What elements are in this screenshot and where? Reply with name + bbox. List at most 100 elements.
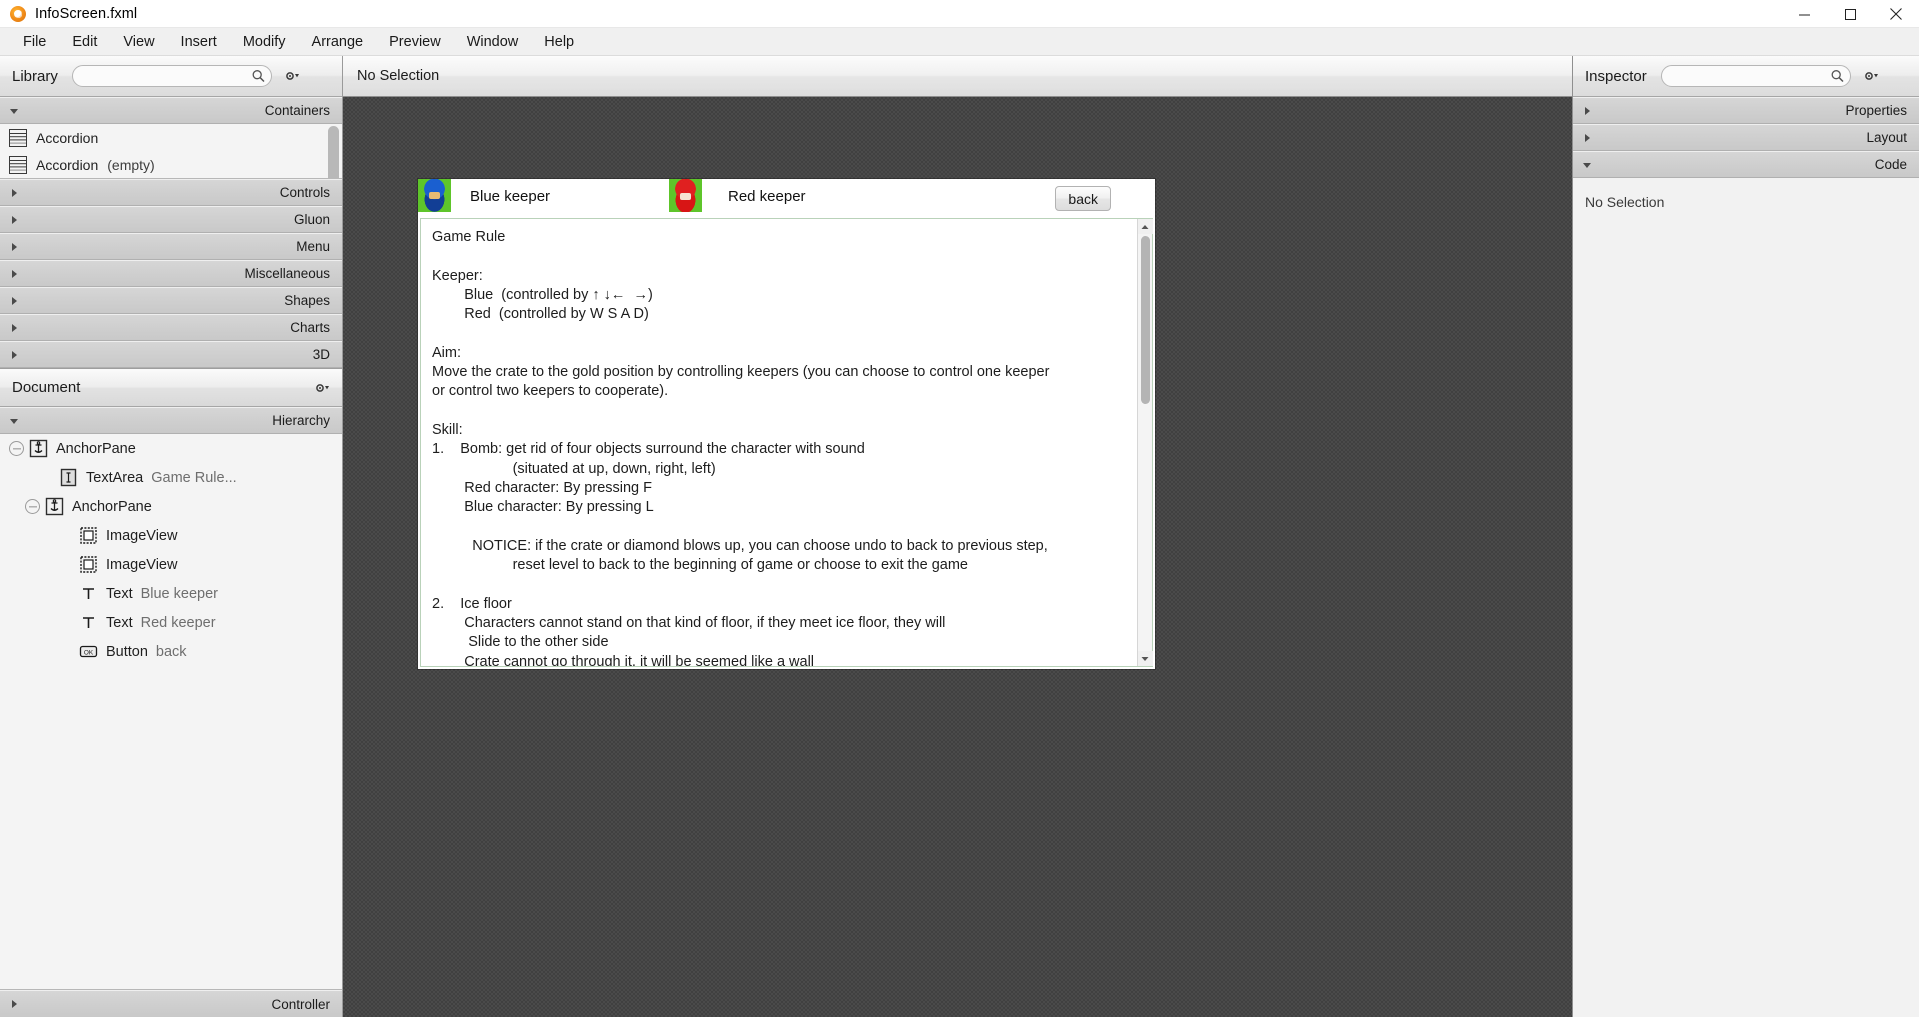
tree-row[interactable]: AnchorPane: [0, 434, 342, 463]
library-category-label: Gluon: [293, 212, 330, 227]
hierarchy-section-header[interactable]: Hierarchy: [0, 407, 342, 434]
scroll-up-icon[interactable]: [1137, 219, 1153, 234]
scrollbar-thumb[interactable]: [1141, 236, 1150, 404]
tree-node-label: ImageView: [106, 556, 178, 573]
library-settings-button[interactable]: [280, 65, 304, 87]
back-button[interactable]: back: [1055, 186, 1111, 211]
chevron-down-icon: [9, 106, 21, 116]
inspector-section-code[interactable]: Code: [1573, 151, 1919, 178]
window-title: InfoScreen.fxml: [35, 5, 138, 22]
library-category-menu[interactable]: Menu: [0, 233, 342, 260]
inspector-section-label: Properties: [1845, 103, 1907, 118]
center-column: No Selection Blue keeper Red keeper back…: [343, 56, 1572, 1017]
menu-edit[interactable]: Edit: [59, 30, 110, 54]
library-scrollbar-thumb[interactable]: [328, 126, 339, 184]
chevron-right-icon: [9, 350, 21, 360]
library-item-accordion[interactable]: Accordion: [0, 124, 342, 151]
menu-help[interactable]: Help: [531, 30, 587, 54]
menu-file[interactable]: File: [10, 30, 59, 54]
tree-node-label: AnchorPane: [56, 440, 136, 457]
inspector-section-layout[interactable]: Layout: [1573, 124, 1919, 151]
library-category-label: 3D: [312, 347, 330, 362]
library-item-accordion-empty[interactable]: Accordion (empty): [0, 151, 342, 178]
tree-row[interactable]: ImageView: [0, 521, 342, 550]
tree-row[interactable]: AnchorPane: [0, 492, 342, 521]
svg-text:OK: OK: [84, 649, 94, 656]
chevron-right-icon: [9, 296, 21, 306]
library-category-containers[interactable]: Containers: [0, 97, 342, 124]
document-title: Document: [12, 379, 81, 396]
title-bar: InfoScreen.fxml: [0, 0, 1919, 28]
menu-modify[interactable]: Modify: [230, 30, 299, 54]
menu-preview[interactable]: Preview: [376, 30, 454, 54]
game-rule-textarea[interactable]: Game Rule Keeper: Blue (controlled by ↑ …: [420, 218, 1153, 667]
chevron-right-icon: [9, 999, 19, 1009]
library-category-label: Miscellaneous: [244, 266, 330, 281]
chevron-right-icon: [1582, 106, 1592, 116]
hierarchy-tree: AnchorPane TextArea Game Rule... AnchorP…: [0, 434, 342, 990]
menu-view[interactable]: View: [110, 30, 167, 54]
right-panel: Inspector Properties Layout Code No Sele…: [1572, 56, 1919, 1017]
document-settings-button[interactable]: [310, 377, 334, 399]
collapse-toggle-icon[interactable]: [25, 499, 40, 514]
library-category-shapes[interactable]: Shapes: [0, 287, 342, 314]
inspector-settings-button[interactable]: [1859, 65, 1883, 87]
controller-section-header[interactable]: Controller: [0, 990, 342, 1017]
chevron-down-icon: [9, 416, 21, 426]
tree-row[interactable]: TextArea Game Rule...: [0, 463, 342, 492]
tree-node-label: ImageView: [106, 527, 178, 544]
blue-keeper-label: Blue keeper: [470, 188, 551, 205]
tree-node-value: Red keeper: [140, 614, 216, 631]
library-category-3d[interactable]: 3D: [0, 341, 342, 368]
tree-node-label: AnchorPane: [72, 498, 152, 515]
library-header: Library: [0, 56, 342, 97]
design-canvas[interactable]: Blue keeper Red keeper back Game Rule Ke…: [343, 97, 1572, 1017]
inspector-search-box[interactable]: [1660, 65, 1851, 87]
textarea-icon: [59, 468, 78, 487]
search-icon: [1831, 70, 1844, 83]
anchorpane-icon: [45, 497, 64, 516]
library-category-controls[interactable]: Controls: [0, 179, 342, 206]
text-icon: [79, 584, 98, 603]
inspector-section-properties[interactable]: Properties: [1573, 97, 1919, 124]
document-header: Document: [0, 368, 342, 407]
window-controls: [1781, 0, 1919, 28]
chevron-right-icon: [9, 269, 21, 279]
game-rule-text: Game Rule Keeper: Blue (controlled by ↑ …: [432, 229, 1050, 666]
fxml-preview-stage[interactable]: Blue keeper Red keeper back Game Rule Ke…: [418, 179, 1155, 669]
tree-row[interactable]: ImageView: [0, 550, 342, 579]
close-button[interactable]: [1873, 0, 1919, 28]
library-category-miscellaneous[interactable]: Miscellaneous: [0, 260, 342, 287]
inspector-no-selection: No Selection: [1585, 194, 1665, 210]
menu-insert[interactable]: Insert: [168, 30, 230, 54]
library-category-label: Menu: [296, 239, 330, 254]
library-category-charts[interactable]: Charts: [0, 314, 342, 341]
menu-window[interactable]: Window: [454, 30, 532, 54]
inspector-section-label: Code: [1874, 157, 1907, 172]
app-icon: [10, 5, 26, 22]
tree-row[interactable]: Text Blue keeper: [0, 579, 342, 608]
library-search-input[interactable]: [72, 66, 271, 86]
library-category-gluon[interactable]: Gluon: [0, 206, 342, 233]
selection-status: No Selection: [357, 68, 440, 84]
chevron-right-icon: [9, 188, 21, 198]
collapse-toggle-icon[interactable]: [9, 441, 24, 456]
imageview-icon: [79, 555, 98, 574]
chevron-right-icon: [1582, 133, 1592, 143]
textarea-scrollbar[interactable]: [1137, 219, 1153, 666]
menu-bar: File Edit View Insert Modify Arrange Pre…: [0, 28, 1919, 56]
accordion-icon: [9, 155, 27, 174]
scroll-down-icon[interactable]: [1137, 651, 1153, 666]
maximize-button[interactable]: [1827, 0, 1873, 28]
menu-arrange[interactable]: Arrange: [299, 30, 377, 54]
chevron-right-icon: [9, 323, 21, 333]
tree-node-label: Text: [106, 585, 133, 602]
inspector-search-input[interactable]: [1661, 66, 1850, 86]
tree-node-label: TextArea: [86, 469, 144, 486]
minimize-button[interactable]: [1781, 0, 1827, 28]
tree-node-label: Text: [106, 614, 133, 631]
tree-row[interactable]: Text Red keeper: [0, 608, 342, 637]
tree-row[interactable]: OK Button back: [0, 637, 342, 666]
chevron-right-icon: [9, 215, 21, 225]
library-search-box[interactable]: [71, 65, 272, 87]
